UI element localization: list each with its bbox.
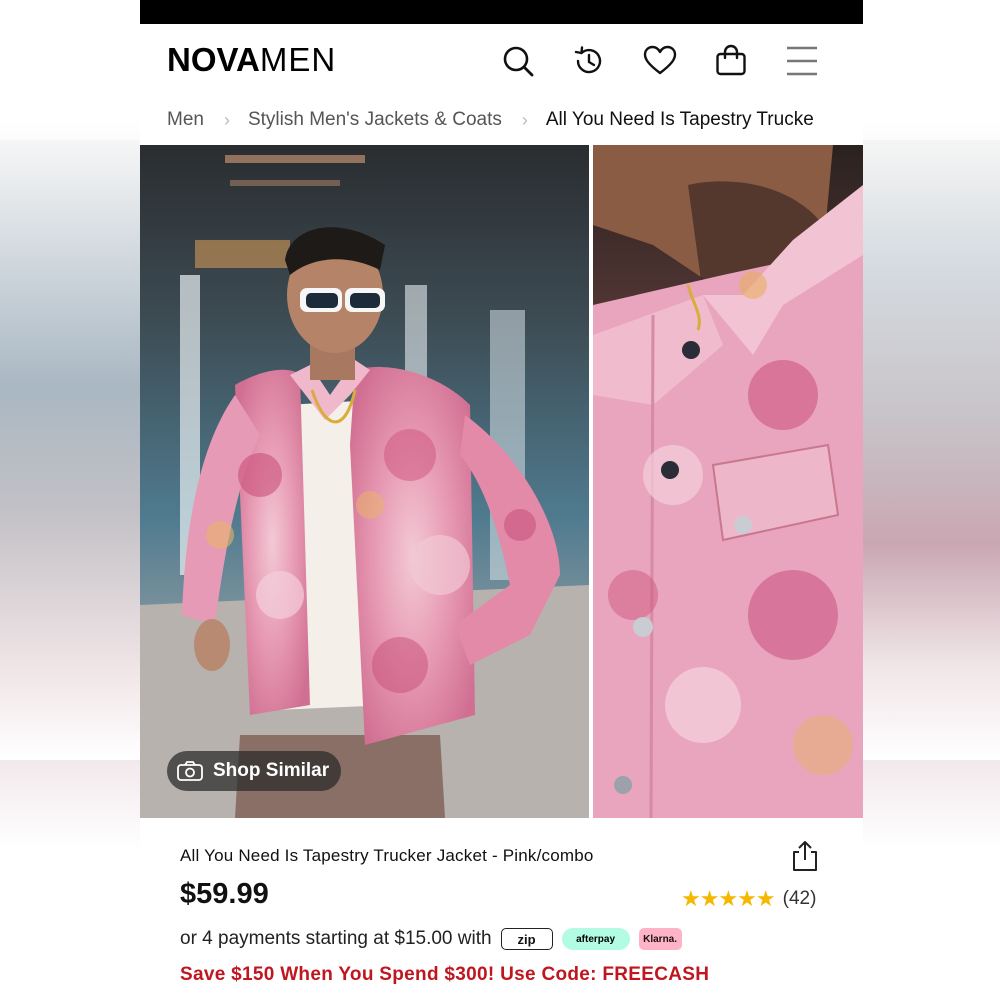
brand-logo-light: MEN [259, 41, 337, 78]
share-icon[interactable] [790, 840, 820, 872]
breadcrumb-jackets-coats[interactable]: Stylish Men's Jackets & Coats [248, 109, 502, 131]
brand-logo[interactable]: NOVA MEN [167, 41, 336, 79]
zip-logo[interactable]: zip [500, 928, 553, 950]
search-icon[interactable] [482, 42, 553, 80]
product-title: All You Need Is Tapestry Trucker Jacket … [180, 846, 594, 865]
product-photo-full-look[interactable]: Shop Similar [140, 145, 589, 818]
blurred-backdrop-left [0, 140, 140, 760]
bag-icon[interactable] [695, 42, 766, 80]
phone-screen: NOVA MEN Men › Stylish Men's Jackets & Co… [140, 0, 863, 1000]
breadcrumb: Men › Stylish Men's Jackets & Coats › Al… [140, 96, 863, 144]
breadcrumb-men[interactable]: Men [167, 109, 204, 131]
promo-banner: Save $150 When You Spend $300! Use Code:… [180, 964, 710, 985]
camera-icon [177, 761, 203, 781]
product-image-gallery[interactable]: Shop Similar [140, 145, 863, 818]
product-price: $59.99 [180, 878, 269, 910]
chevron-right-icon: › [521, 109, 528, 130]
klarna-logo[interactable]: Klarna. [638, 928, 682, 950]
breadcrumb-current-product: All You Need Is Tapestry Trucke [545, 109, 814, 130]
blurred-backdrop-right [863, 140, 1000, 760]
product-photo-detail-closeup[interactable] [593, 145, 863, 818]
product-info: All You Need Is Tapestry Trucker Jacket … [140, 818, 863, 1000]
review-count[interactable]: (42) [783, 888, 817, 910]
brand-logo-bold: NOVA [167, 41, 260, 78]
header-icons [482, 42, 837, 80]
rating[interactable]: ★★★★★ (42) [681, 886, 816, 912]
installment-text: or 4 payments starting at $15.00 with [180, 928, 492, 949]
star-rating-icon: ★★★★★ [681, 886, 776, 911]
app-header: NOVA MEN [140, 24, 863, 96]
status-bar [140, 0, 863, 24]
heart-icon[interactable] [624, 42, 695, 80]
menu-icon[interactable] [766, 42, 837, 80]
shop-similar-button[interactable]: Shop Similar [167, 751, 342, 791]
installment-payments: or 4 payments starting at $15.00 with zi… [180, 928, 682, 950]
shop-similar-label: Shop Similar [213, 760, 330, 781]
chevron-right-icon: › [223, 109, 230, 130]
history-icon[interactable] [553, 42, 624, 80]
afterpay-logo[interactable]: afterpay [561, 928, 630, 950]
